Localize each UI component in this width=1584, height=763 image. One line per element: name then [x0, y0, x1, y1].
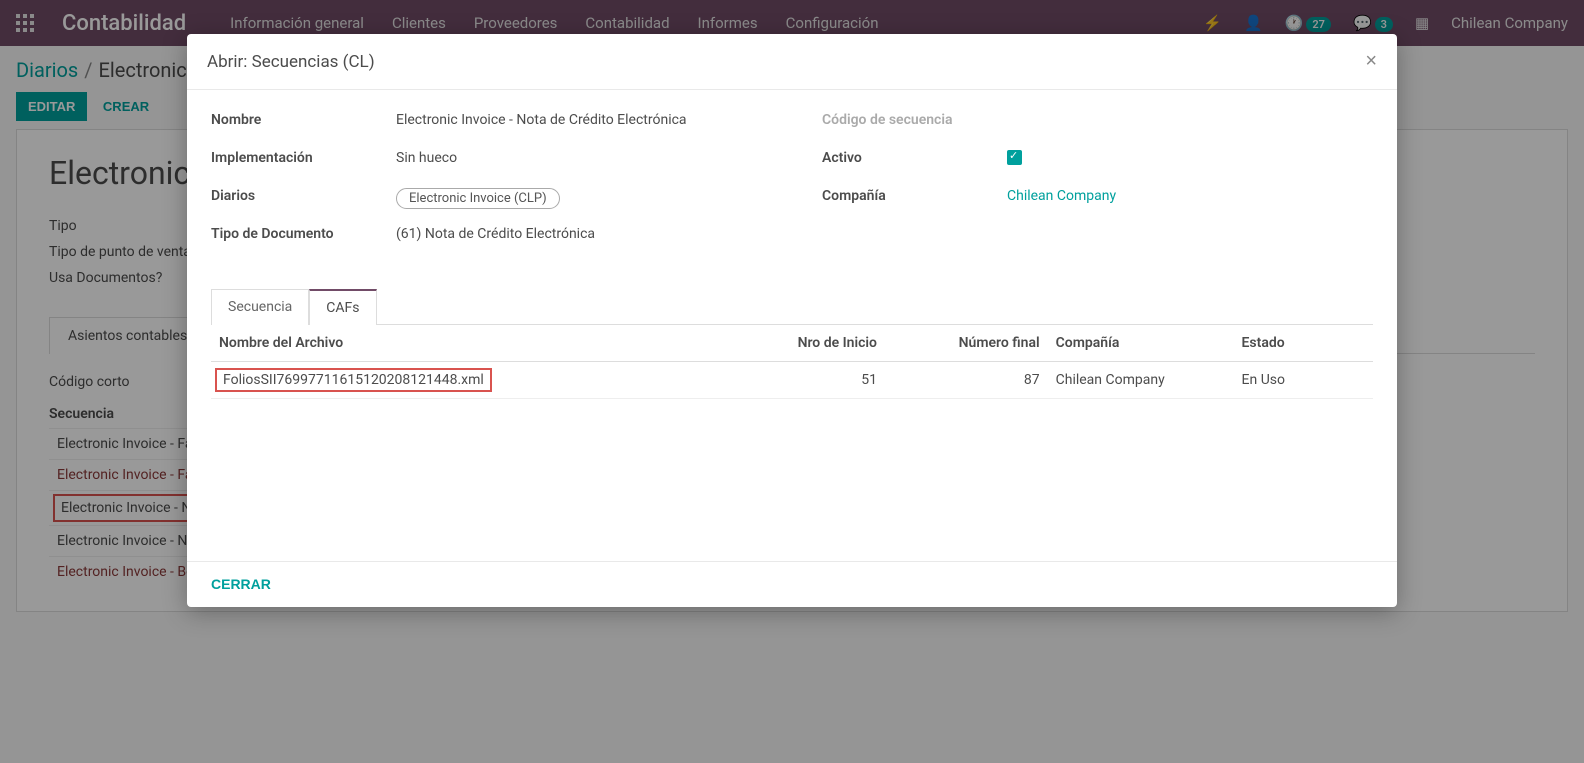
value-impl: Sin hueco — [396, 150, 762, 166]
col-compania: Compañía — [1048, 325, 1234, 362]
value-nombre: Electronic Invoice - Nota de Crédito Ele… — [396, 112, 762, 128]
cafs-compania: Chilean Company — [1048, 362, 1234, 399]
cafs-estado: En Uso — [1234, 362, 1373, 399]
value-compania[interactable]: Chilean Company — [1007, 188, 1373, 204]
cafs-row[interactable]: FoliosSII76997711615120208121448.xml 51 … — [211, 362, 1373, 399]
label-diarios: Diarios — [211, 188, 396, 204]
label-compania: Compañía — [822, 188, 1007, 204]
modal-dialog: Abrir: Secuencias (CL) × NombreElectroni… — [187, 34, 1397, 607]
col-archivo: Nombre del Archivo — [211, 325, 722, 362]
cafs-final: 87 — [885, 362, 1048, 399]
col-inicio: Nro de Inicio — [722, 325, 885, 362]
label-tipodoc: Tipo de Documento — [211, 226, 396, 242]
cafs-table: Nombre del Archivo Nro de Inicio Número … — [211, 325, 1373, 399]
modal-title: Abrir: Secuencias (CL) — [207, 52, 375, 72]
value-tipodoc: (61) Nota de Crédito Electrónica — [396, 226, 762, 242]
modal-tabs: Secuencia CAFs — [211, 288, 1373, 325]
cafs-inicio: 51 — [722, 362, 885, 399]
label-nombre: Nombre — [211, 112, 396, 128]
cafs-filename: FoliosSII76997711615120208121448.xml — [215, 368, 492, 392]
modal-close-button[interactable]: × — [1365, 50, 1377, 73]
label-codigo-seq: Código de secuencia — [822, 112, 1007, 128]
col-final: Número final — [885, 325, 1048, 362]
col-estado: Estado — [1234, 325, 1373, 362]
tab-secuencia[interactable]: Secuencia — [211, 289, 309, 325]
tab-cafs[interactable]: CAFs — [309, 289, 376, 325]
cerrar-button[interactable]: CERRAR — [211, 576, 271, 592]
activo-checkbox — [1007, 150, 1022, 165]
diarios-tag[interactable]: Electronic Invoice (CLP) — [396, 188, 560, 209]
label-impl: Implementación — [211, 150, 396, 166]
label-activo: Activo — [822, 150, 1007, 166]
